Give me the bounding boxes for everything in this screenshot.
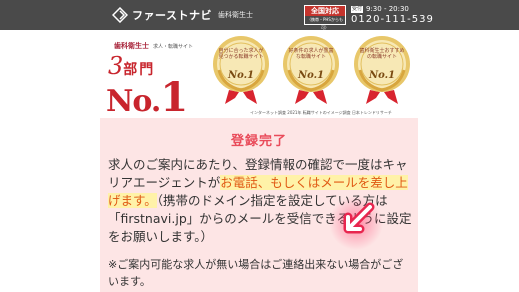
site-logo[interactable]: ファーストナビ 歯科衛生士 — [112, 6, 253, 24]
survey-footnote: インターネット調査 2021年 転職サイトのイメージ調査 日本トレンドリサーチ — [250, 110, 392, 115]
laurel-medal-icon — [283, 36, 339, 104]
phone-contact[interactable]: 全国対応 （携帯・PHSからも可） 受付 9:30 - 20:30 0120-1… — [304, 4, 433, 30]
award-medal: 好条件の求人が豊富な転職サイト No.1 — [275, 30, 347, 106]
award-medal: 自分に合った求人が見つかる転職サイト No.1 — [205, 30, 277, 106]
laurel-medal-icon — [213, 36, 269, 104]
hero-tagline: 歯科衛生士 求人・転職サイト — [114, 42, 194, 50]
nationwide-badge: 全国対応 （携帯・PHSからも可） — [304, 5, 346, 30]
hero-banner: 歯科衛生士 求人・転職サイト 3部門 No.1 自分に合った求人が見つかる転職サイ… — [0, 30, 519, 121]
logo-mark-icon — [112, 7, 128, 23]
hours-tag: 受付 — [351, 6, 364, 13]
no1-heading: No.1 — [106, 74, 189, 121]
page-title: 登録完了 — [230, 134, 287, 149]
laurel-medal-icon — [354, 36, 410, 104]
phone-number[interactable]: 0120-111-539 — [351, 14, 434, 26]
award-medal: 歯科衛生士おすすめの転職サイト No.1 — [346, 30, 418, 106]
disclaimer-note: ※ご案内可能な求人が無い場合はご連絡出来ない場合がございます。 — [108, 258, 404, 288]
business-hours: 9:30 - 20:30 — [366, 5, 409, 13]
site-header: ファーストナビ 歯科衛生士 全国対応 （携帯・PHSからも可） 受付 9:30 … — [0, 0, 519, 30]
logo-text: ファーストナビ — [132, 9, 212, 22]
pointer-arrow-icon — [329, 196, 383, 250]
logo-subtitle: 歯科衛生士 — [217, 11, 253, 19]
